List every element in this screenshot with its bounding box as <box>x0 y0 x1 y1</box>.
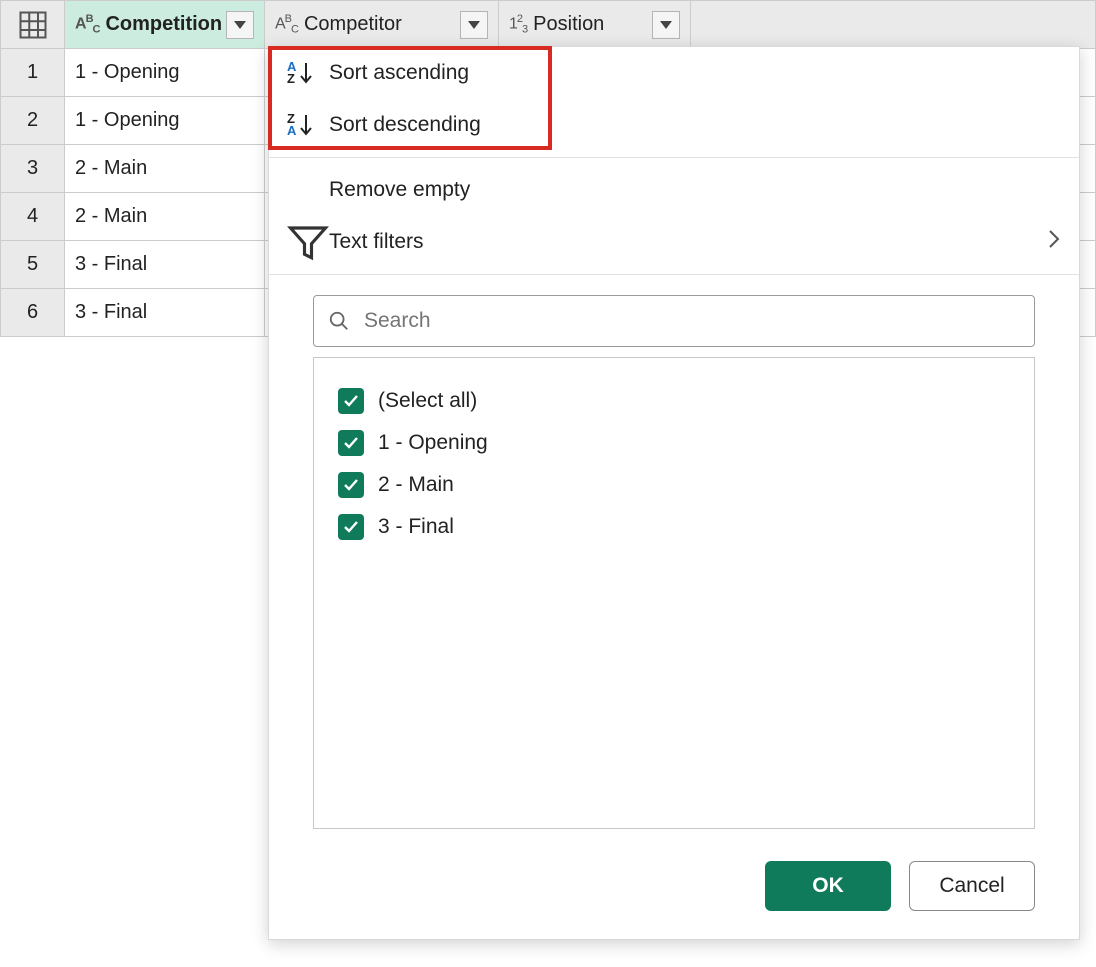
funnel-icon <box>287 221 329 263</box>
filter-dropdown-button[interactable] <box>460 11 488 39</box>
filter-dropdown-button[interactable] <box>652 11 680 39</box>
cell-competition[interactable]: 1 - Opening <box>65 97 265 145</box>
sort-ascending-item[interactable]: AZ Sort ascending <box>269 47 1079 99</box>
column-name: Competitor <box>304 13 460 36</box>
filter-values-list: (Select all) 1 - Opening 2 - Main 3 - Fi… <box>313 357 1035 829</box>
checkbox-checked-icon <box>338 430 364 456</box>
ok-button[interactable]: OK <box>765 861 891 911</box>
menu-label: Text filters <box>329 230 424 254</box>
checkbox-checked-icon <box>338 388 364 414</box>
text-type-icon: ABC <box>275 13 298 36</box>
row-number[interactable]: 4 <box>1 193 65 241</box>
row-number[interactable]: 5 <box>1 241 65 289</box>
sort-descending-item[interactable]: ZA Sort descending <box>269 99 1079 151</box>
filter-value-item[interactable]: 3 - Final <box>338 506 1010 548</box>
chevron-down-icon <box>234 21 246 29</box>
column-header-competitor[interactable]: ABC Competitor <box>265 1 499 49</box>
column-name: Competition <box>105 13 226 36</box>
number-type-icon: 123 <box>509 13 527 36</box>
filter-value-label: 1 - Opening <box>378 431 488 455</box>
row-number[interactable]: 1 <box>1 49 65 97</box>
column-name: Position <box>533 13 652 36</box>
filter-value-label: 2 - Main <box>378 473 454 497</box>
checkbox-checked-icon <box>338 472 364 498</box>
filter-search-input[interactable] <box>362 308 1020 334</box>
sort-asc-icon: AZ <box>287 58 321 88</box>
search-icon <box>328 310 350 332</box>
cancel-button[interactable]: Cancel <box>909 861 1035 911</box>
chevron-down-icon <box>468 21 480 29</box>
table-icon <box>18 10 48 40</box>
sort-desc-icon: ZA <box>287 110 321 140</box>
column-header-position[interactable]: 123 Position <box>499 1 691 49</box>
row-number[interactable]: 2 <box>1 97 65 145</box>
filter-value-label: (Select all) <box>378 389 477 413</box>
row-number[interactable]: 3 <box>1 145 65 193</box>
menu-label: Remove empty <box>329 178 470 202</box>
filter-search-box[interactable] <box>313 295 1035 347</box>
cell-competition[interactable]: 2 - Main <box>65 193 265 241</box>
header-spacer <box>691 1 1096 49</box>
filter-dropdown-button[interactable] <box>226 11 254 39</box>
chevron-right-icon <box>1047 229 1061 255</box>
cell-competition[interactable]: 3 - Final <box>65 289 265 337</box>
text-filters-item[interactable]: Text filters <box>269 216 1079 268</box>
menu-label: Sort descending <box>329 113 481 137</box>
text-type-icon: ABC <box>75 13 99 36</box>
row-number[interactable]: 6 <box>1 289 65 337</box>
filter-dropdown-panel: AZ Sort ascending ZA Sort descending Rem… <box>268 46 1080 940</box>
chevron-down-icon <box>660 21 672 29</box>
menu-separator <box>269 157 1079 158</box>
checkbox-checked-icon <box>338 514 364 540</box>
filter-value-select-all[interactable]: (Select all) <box>338 380 1010 422</box>
remove-empty-item[interactable]: Remove empty <box>269 164 1079 216</box>
filter-value-label: 3 - Final <box>378 515 454 539</box>
cell-competition[interactable]: 3 - Final <box>65 241 265 289</box>
cell-competition[interactable]: 2 - Main <box>65 145 265 193</box>
filter-value-item[interactable]: 2 - Main <box>338 464 1010 506</box>
column-header-competition[interactable]: ABC Competition <box>65 1 265 49</box>
menu-label: Sort ascending <box>329 61 469 85</box>
filter-value-item[interactable]: 1 - Opening <box>338 422 1010 464</box>
select-all-corner[interactable] <box>1 1 65 49</box>
cell-competition[interactable]: 1 - Opening <box>65 49 265 97</box>
menu-separator <box>269 274 1079 275</box>
